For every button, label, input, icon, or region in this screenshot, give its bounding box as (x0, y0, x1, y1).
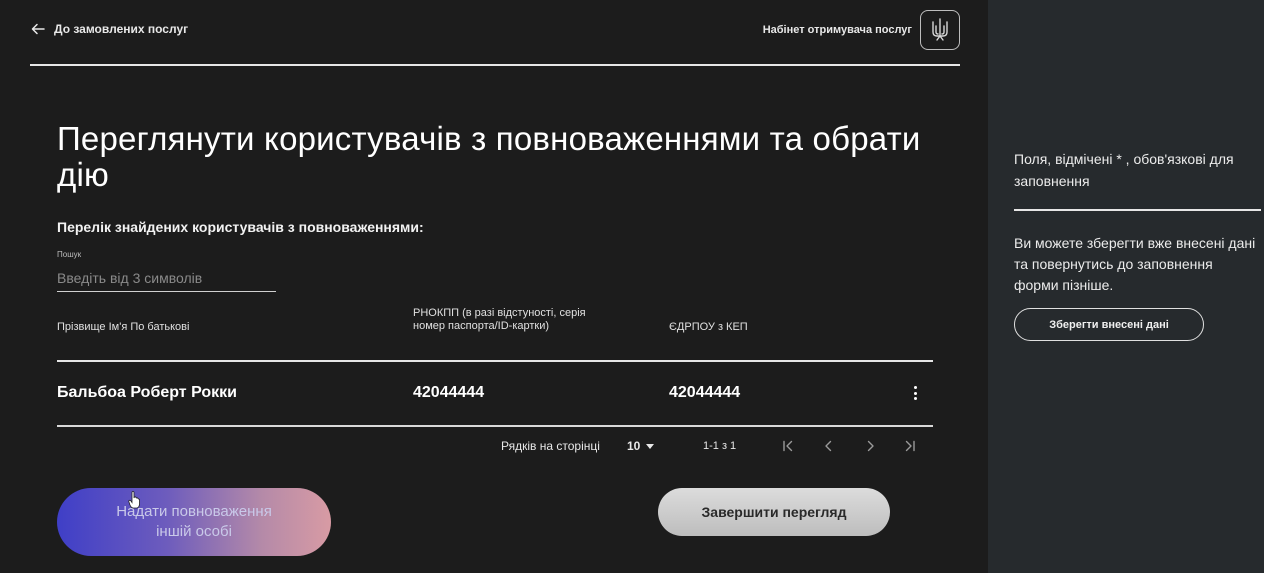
table-header-divider (57, 360, 933, 362)
table-bottom-divider (57, 425, 933, 427)
column-header-rnokpp: РНОКПП (в разі відстуності, серія номер … (413, 307, 586, 332)
search-label: Пошук (57, 250, 82, 259)
top-bar: До замовлених послуг Набінет отримувача … (30, 10, 960, 54)
grant-authority-button[interactable]: Надати повноваження іншій особі (57, 488, 331, 556)
back-link-label: До замовлених послуг (54, 22, 189, 36)
first-page-icon[interactable] (778, 437, 798, 455)
cell-rnokpp: 42044444 (413, 384, 485, 401)
row-actions-menu-icon[interactable] (906, 382, 924, 404)
last-page-icon[interactable] (900, 437, 920, 455)
previous-page-icon[interactable] (819, 437, 839, 455)
rows-per-page-label: Рядків на сторінці (501, 439, 600, 453)
next-page-icon[interactable] (860, 437, 880, 455)
sidebar-divider (1014, 209, 1261, 211)
trident-icon (932, 18, 948, 41)
rows-per-page-select[interactable]: 10 (627, 436, 655, 456)
pagination-range: 1-1 з 1 (703, 440, 737, 452)
cabinet-link[interactable]: Набінет отримувача послуг (763, 24, 912, 36)
main-panel: До замовлених послуг Набінет отримувача … (0, 0, 988, 573)
back-link[interactable]: До замовлених послуг (30, 21, 188, 37)
save-entered-data-button[interactable]: Зберегти внесені дані (1014, 308, 1204, 341)
caret-down-icon (646, 443, 655, 449)
search-input[interactable] (57, 264, 276, 292)
save-progress-note: Ви можете зберегти вже внесені дані та п… (1014, 235, 1256, 293)
finish-review-button[interactable]: Завершити перегляд (658, 488, 890, 536)
arrow-left-icon (31, 23, 45, 35)
rows-per-page-value: 10 (627, 439, 641, 453)
top-divider (30, 64, 960, 66)
mouse-cursor-icon (128, 491, 140, 509)
column-header-edrpou: ЄДРПОУ з КЕП (669, 321, 748, 333)
page-title: Переглянути користувачів з повноваженням… (57, 120, 921, 193)
cell-edrpou: 42044444 (669, 384, 741, 401)
list-heading: Перелік знайдених користувачів з повнова… (57, 219, 424, 235)
column-header-name: Прізвище Ім'я По батькові (57, 321, 190, 333)
required-fields-note: Поля, відмічені * , обов'язкові для запо… (1014, 151, 1234, 189)
cell-name: Бальбоа Роберт Рокки (57, 384, 237, 401)
trident-emblem-icon[interactable] (920, 10, 960, 50)
